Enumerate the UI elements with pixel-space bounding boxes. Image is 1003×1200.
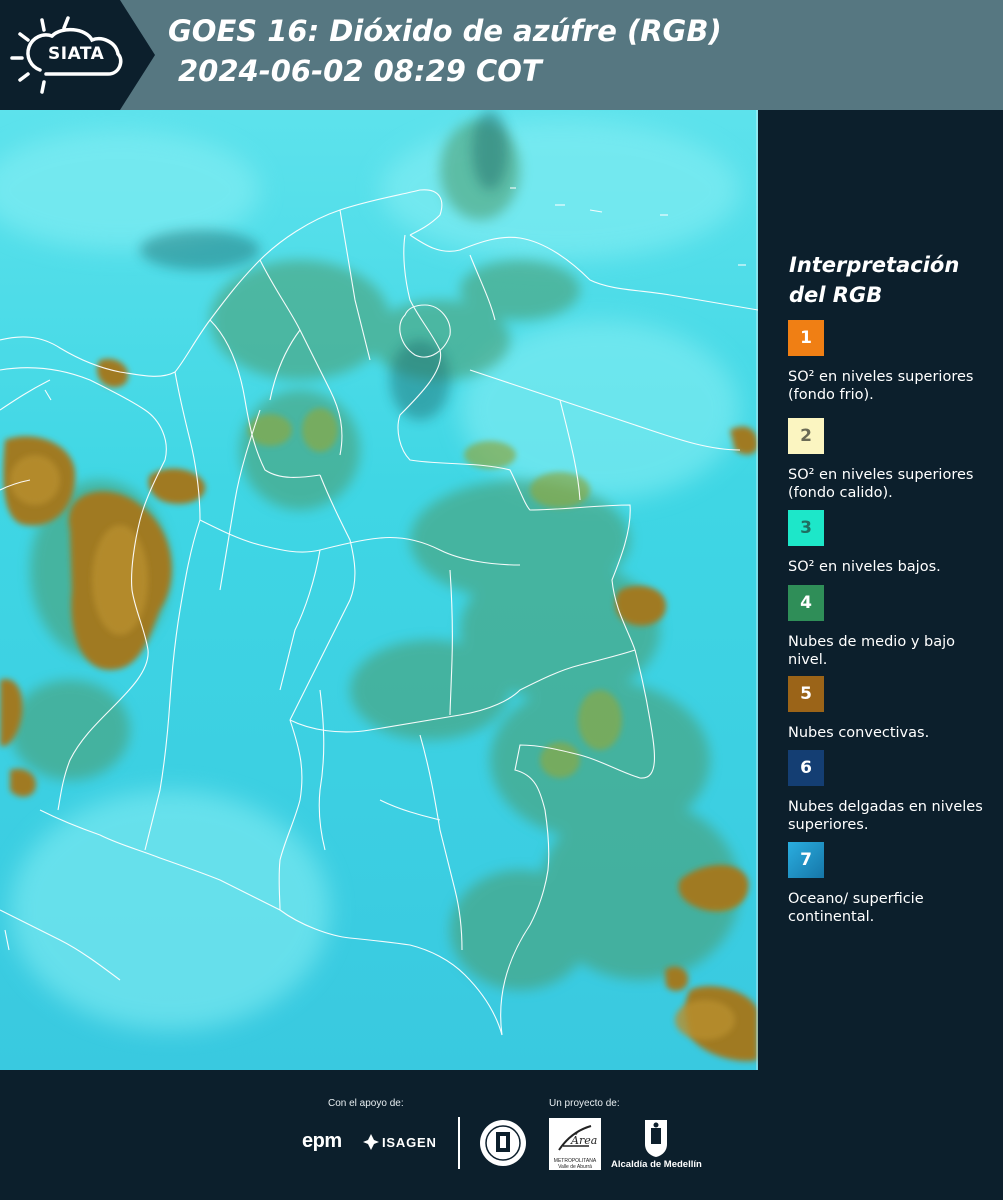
swatch-3: 3 bbox=[788, 510, 824, 546]
footer-divider bbox=[458, 1117, 460, 1169]
rgb-composite-image bbox=[0, 110, 758, 1070]
alcaldia-shield-icon bbox=[645, 1120, 667, 1157]
timestamp: 2024-06-02 08:29 COT bbox=[178, 54, 542, 88]
header-bar: SIATA GOES 16: Dióxido de azúfre (RGB) 2… bbox=[0, 0, 1003, 110]
legend-label-4: Nubes de medio y bajo nivel. bbox=[788, 634, 955, 668]
swatch-2: 2 bbox=[788, 418, 824, 454]
area-logo-text: METROPOLITANA Valle de Aburrá bbox=[553, 1158, 597, 1170]
alcaldia-logo-text: Alcaldía de Medellín bbox=[611, 1159, 702, 1170]
legend-item-3: 3 SO² en niveles bajos. bbox=[788, 510, 998, 576]
legend-item-4: 4 Nubes de medio y bajo nivel. bbox=[788, 585, 998, 669]
swatch-4: 4 bbox=[788, 585, 824, 621]
legend-item-6: 6 Nubes delgadas en niveles superiores. bbox=[788, 750, 998, 834]
isagen-mark-icon bbox=[363, 1134, 379, 1150]
legend-title: Interpretación del RGB bbox=[789, 253, 960, 307]
project-label: Un proyecto de: bbox=[549, 1098, 620, 1109]
legend-panel: Interpretación del RGB 1 SO² en niveles … bbox=[758, 110, 1003, 1070]
legend-label-5: Nubes convectivas. bbox=[788, 725, 930, 741]
swatch-5: 5 bbox=[788, 676, 824, 712]
swatch-6: 6 bbox=[788, 750, 824, 786]
swatch-7: 7 bbox=[788, 842, 824, 878]
support-label: Con el apoyo de: bbox=[328, 1098, 404, 1109]
page-title: GOES 16: Dióxido de azúfre (RGB) bbox=[168, 14, 722, 48]
legend-item-1: 1 SO² en niveles superiores (fondo frio)… bbox=[788, 320, 998, 404]
isagen-logo: ISAGEN bbox=[382, 1135, 437, 1150]
satellite-map bbox=[0, 110, 758, 1070]
legend-label-7: Oceano/ superficie continental. bbox=[788, 891, 924, 925]
logo-text: SIATA bbox=[48, 44, 105, 64]
epm-logo: epm bbox=[302, 1130, 342, 1152]
legend-item-2: 2 SO² en niveles superiores (fondo calid… bbox=[788, 418, 998, 502]
legend-label-1: SO² en niveles superiores (fondo frio). bbox=[788, 369, 974, 403]
swatch-1: 1 bbox=[788, 320, 824, 356]
legend-item-5: 5 Nubes convectivas. bbox=[788, 676, 998, 742]
svg-text:Área: Área bbox=[570, 1133, 597, 1147]
medellin-seal-icon bbox=[480, 1120, 526, 1166]
legend-label-3: SO² en niveles bajos. bbox=[788, 559, 941, 575]
legend-label-6: Nubes delgadas en niveles superiores. bbox=[788, 799, 983, 833]
siata-logo: SIATA bbox=[0, 0, 155, 110]
legend-label-2: SO² en niveles superiores (fondo calido)… bbox=[788, 467, 974, 501]
legend-item-7: 7 Oceano/ superficie continental. bbox=[788, 842, 998, 926]
